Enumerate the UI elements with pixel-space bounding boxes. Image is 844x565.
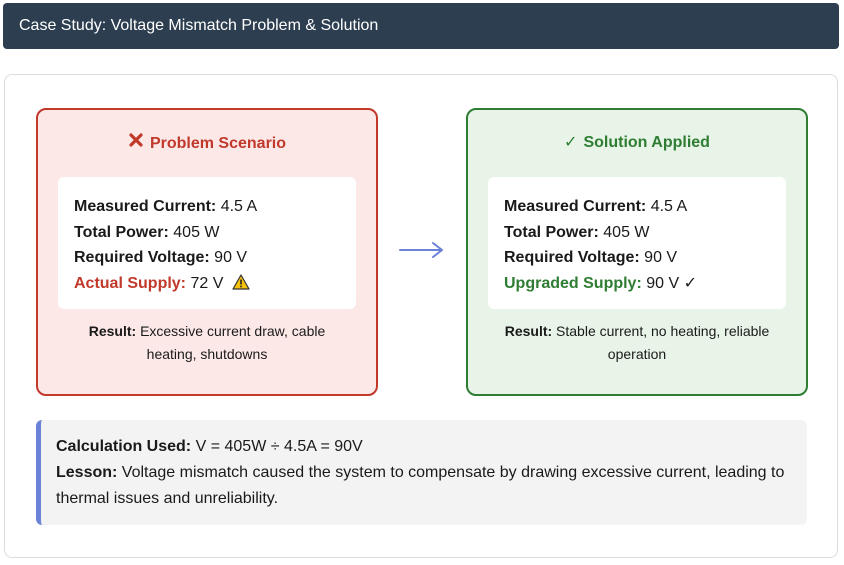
row-label: Actual Supply: [74, 274, 187, 292]
solution-row-current: Measured Current: 4.5 A [504, 194, 786, 220]
lesson-line: Lesson: Voltage mismatch caused the syst… [56, 460, 807, 512]
solution-row-power: Total Power: 405 W [504, 220, 786, 246]
row-value: 405 W [173, 223, 220, 241]
right-arrow-icon [399, 241, 445, 259]
row-label: Measured Current: [74, 198, 217, 215]
summary-box: Calculation Used: V = 405W ÷ 4.5A = 90V … [36, 420, 807, 525]
result-text: Excessive current draw, cable heating, s… [140, 323, 326, 362]
problem-row-actual-supply: Actual Supply: 72 V [74, 271, 356, 299]
solution-result: Result: Stable current, no heating, reli… [498, 320, 776, 366]
lesson-text: Voltage mismatch caused the system to co… [56, 464, 785, 507]
row-value: 90 V [644, 249, 678, 266]
problem-row-power: Total Power: 405 W [74, 220, 356, 246]
problem-panel: Problem Scenario Measured Current: 4.5 A… [36, 108, 378, 396]
row-label: Measured Current: [504, 198, 647, 215]
solution-row-upgraded-supply: Upgraded Supply: 90 V ✓ [504, 271, 786, 297]
calculation-text: V = 405W ÷ 4.5A = 90V [195, 438, 363, 455]
row-value: 72 V [190, 274, 224, 292]
row-label: Total Power: [504, 223, 599, 241]
checkmark-icon: ✓ [564, 134, 578, 151]
result-text: Stable current, no heating, reliable ope… [556, 323, 770, 362]
solution-title-text: Solution Applied [583, 134, 710, 151]
problem-title-text: Problem Scenario [149, 135, 287, 152]
problem-title: Problem Scenario [38, 132, 376, 153]
result-label: Result: [88, 323, 137, 339]
solution-row-required-voltage: Required Voltage: 90 V [504, 245, 786, 271]
case-study-card: Problem Scenario Measured Current: 4.5 A… [4, 74, 838, 558]
row-label: Required Voltage: [74, 249, 210, 266]
row-value: 405 W [603, 223, 650, 241]
page-title: Case Study: Voltage Mismatch Problem & S… [19, 17, 379, 34]
cross-mark-icon [128, 132, 144, 153]
calculation-label: Calculation Used: [56, 438, 192, 455]
solution-details: Measured Current: 4.5 A Total Power: 405… [488, 177, 786, 309]
calculation-line: Calculation Used: V = 405W ÷ 4.5A = 90V [56, 434, 807, 460]
problem-row-required-voltage: Required Voltage: 90 V [74, 245, 356, 271]
solution-title: ✓ Solution Applied [468, 132, 806, 152]
result-label: Result: [504, 323, 553, 339]
problem-result: Result: Excessive current draw, cable he… [68, 320, 346, 366]
problem-row-current: Measured Current: 4.5 A [74, 194, 356, 220]
solution-panel: ✓ Solution Applied Measured Current: 4.5 … [466, 108, 808, 396]
row-label: Total Power: [74, 223, 169, 241]
row-value: 4.5 A [220, 198, 258, 215]
row-label: Required Voltage: [504, 249, 640, 266]
page-header: Case Study: Voltage Mismatch Problem & S… [3, 3, 839, 49]
row-value: 90 V [214, 249, 248, 266]
warning-icon [232, 273, 250, 299]
problem-details: Measured Current: 4.5 A Total Power: 405… [58, 177, 356, 309]
lesson-label: Lesson: [56, 464, 118, 481]
row-label: Upgraded Supply: [504, 274, 642, 292]
row-value: 4.5 A [650, 198, 688, 215]
row-value: 90 V ✓ [646, 274, 697, 292]
